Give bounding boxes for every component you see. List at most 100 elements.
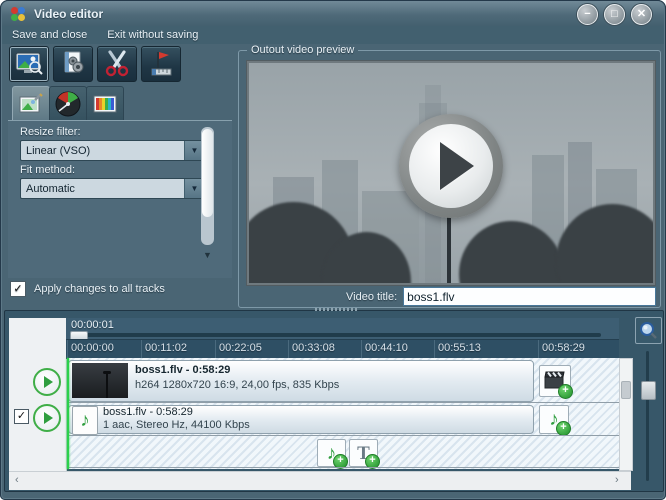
audio-track-play-button[interactable] (33, 404, 61, 432)
window-controls: − □ ✕ (571, 4, 652, 25)
scroll-right-icon[interactable]: › (615, 474, 619, 486)
timeline-zoom-slider-thumb[interactable] (641, 381, 656, 400)
resize-filter-dropdown[interactable]: Linear (VSO) ▼ (20, 140, 205, 161)
play-overlay-button[interactable] (399, 114, 503, 218)
add-video-button[interactable]: + (539, 365, 571, 397)
marker-flag-icon (148, 50, 174, 78)
music-note-icon: ♪ (80, 411, 90, 430)
video-preview[interactable] (249, 63, 653, 283)
close-button[interactable]: ✕ (631, 4, 652, 25)
video-title-input[interactable]: boss1.flv (403, 287, 656, 306)
minimize-button[interactable]: − (577, 4, 598, 25)
check-icon: ✓ (13, 284, 22, 295)
tab-gauge[interactable] (49, 86, 87, 122)
video-editor-window: Video editor − □ ✕ Save and close Exit w… (0, 0, 666, 500)
ruler-label: 00:58:29 (542, 342, 585, 354)
add-text-track-button[interactable]: T + (349, 439, 378, 467)
add-audio-track-button[interactable]: ♪ + (317, 439, 346, 467)
ruler-label: 00:11:02 (145, 342, 187, 354)
screen: Video editor − □ ✕ Save and close Exit w… (0, 0, 666, 500)
tab-color-bars[interactable] (86, 86, 124, 122)
minimize-icon: − (578, 5, 597, 24)
timeline-zoom-slider[interactable] (646, 351, 649, 481)
ruler-label: 00:00:00 (71, 342, 114, 354)
plus-icon: + (556, 421, 571, 436)
add-audio-button[interactable]: ♪ + (539, 405, 569, 434)
lamp-post (106, 372, 108, 398)
output-preview-title: Outout video preview (247, 44, 358, 56)
timeline-zoom-button[interactable] (635, 317, 662, 344)
app-icon-dot (18, 14, 25, 21)
position-slider[interactable] (71, 333, 601, 337)
audio-clip-title: boss1.flv - 0:58:29 (103, 406, 193, 418)
row-divider (67, 402, 619, 403)
track-header-column (9, 318, 67, 471)
cut-toolbar-button[interactable] (97, 46, 137, 82)
timeline-panel: 00:00:01 00:00:00 00:11:02 00:22:05 00:3… (4, 310, 664, 492)
row-divider (67, 467, 619, 468)
fit-method-value: Automatic (21, 183, 184, 195)
maximize-icon: □ (605, 5, 624, 24)
audio-track-enabled-checkbox[interactable]: ✓ (14, 409, 29, 424)
menu-bar: Save and close Exit without saving (2, 26, 664, 44)
ruler-label: 00:44:10 (365, 342, 408, 354)
marker-toolbar-button[interactable] (141, 46, 181, 82)
video-clip[interactable]: boss1.flv - 0:58:29 h264 1280x720 16:9, … (68, 360, 534, 402)
apply-changes-checkbox[interactable]: ✓ (10, 281, 26, 297)
video-clip-title: boss1.flv - 0:58:29 (135, 364, 230, 376)
audio-clip[interactable]: ♪ boss1.flv - 0:58:29 1 aac, Stereo Hz, … (68, 405, 534, 434)
scroll-left-icon[interactable]: ‹ (15, 474, 19, 486)
panel-scrollbar-thumb[interactable] (202, 129, 213, 217)
panel-scrollbar[interactable] (201, 127, 214, 245)
play-overlay-inner (409, 124, 493, 208)
video-clip-thumbnail (72, 363, 128, 398)
menu-save-and-close[interactable]: Save and close (2, 29, 97, 41)
position-bar: 00:00:01 (66, 318, 619, 339)
ruler-tick (215, 340, 216, 359)
file-settings-icon (60, 51, 86, 77)
tab-image-edit[interactable] (12, 86, 50, 122)
image-edit-icon (19, 93, 43, 115)
ruler-tick (141, 340, 142, 359)
row-divider (67, 435, 619, 436)
resize-filter-value: Linear (VSO) (21, 145, 184, 157)
maximize-button[interactable]: □ (604, 4, 625, 25)
magnifier-icon (639, 321, 658, 340)
video-clip-details: h264 1280x720 16:9, 24,00 fps, 835 Kbps (135, 379, 339, 391)
fit-method-dropdown[interactable]: Automatic ▼ (20, 178, 205, 199)
gauge-icon (54, 90, 82, 118)
ruler-tick (434, 340, 435, 359)
play-icon (440, 142, 474, 190)
plus-icon: + (558, 384, 573, 399)
video-frame (246, 60, 656, 286)
app-icon (10, 6, 26, 22)
app-icon-dot (11, 14, 18, 21)
apply-changes-row: ✓ Apply changes to all tracks (10, 281, 165, 297)
cut-scissors-icon (104, 50, 130, 78)
resize-filter-label: Resize filter: (20, 126, 81, 138)
video-title-row: Video title: boss1.flv (246, 288, 656, 305)
app-icon-dot (18, 7, 25, 14)
fit-method-label: Fit method: (20, 164, 75, 176)
tracks-vertical-scrollbar[interactable] (619, 358, 633, 471)
playhead[interactable] (67, 358, 69, 469)
title-bar[interactable]: Video editor − □ ✕ (2, 1, 664, 26)
ruler-tick (67, 340, 68, 359)
menu-exit-without-saving[interactable]: Exit without saving (97, 29, 208, 41)
file-settings-toolbar-button[interactable] (53, 46, 93, 82)
panel-scroll-down-icon[interactable]: ▼ (203, 250, 212, 260)
ruler-tick (361, 340, 362, 359)
video-track-play-button[interactable] (33, 368, 61, 396)
apply-changes-label: Apply changes to all tracks (34, 283, 165, 295)
tracks-vertical-scrollbar-thumb[interactable] (621, 381, 631, 399)
ruler-label: 00:33:08 (292, 342, 335, 354)
position-time: 00:00:01 (71, 319, 114, 331)
time-ruler[interactable]: 00:00:00 00:11:02 00:22:05 00:33:08 00:4… (66, 339, 619, 359)
tracks-horizontal-scrollbar[interactable]: ‹ › (9, 471, 631, 490)
splitter-grip[interactable] (315, 308, 359, 311)
video-title-label: Video title: (346, 291, 397, 303)
tracks-area: boss1.flv - 0:58:29 h264 1280x720 16:9, … (67, 358, 619, 469)
play-icon (44, 412, 53, 424)
preview-toolbar-button[interactable] (9, 46, 49, 82)
check-icon: ✓ (17, 411, 26, 422)
